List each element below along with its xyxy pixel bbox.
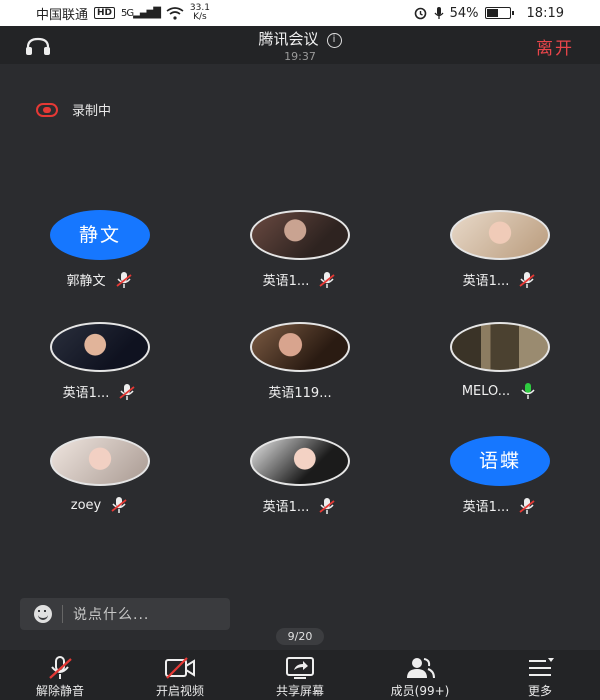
avatar <box>250 210 350 260</box>
participant-name: zoey <box>70 497 102 513</box>
participant-name: 英语1... <box>262 274 310 289</box>
muted-mic-icon <box>49 656 72 679</box>
bottom-toolbar: 解除静音 开启视频 共享屏幕 成员(99+) 更多 <box>0 650 600 700</box>
signal-icon: 5G▂▄▆█ <box>121 7 161 19</box>
avatar: 语蝶 <box>450 436 550 486</box>
participant-name: 英语119... <box>268 386 332 401</box>
participant-tile[interactable]: 英语1... <box>220 210 380 300</box>
avatar <box>250 436 350 486</box>
clock: 18:19 <box>526 5 564 21</box>
participant-name: 郭静文 <box>66 274 106 289</box>
participant-name: 英语1... <box>262 500 310 515</box>
recording-label: 录制中 <box>72 104 112 119</box>
muted-mic-icon <box>115 271 132 288</box>
avatar: 静文 <box>50 210 150 260</box>
muted-mic-icon <box>519 271 535 288</box>
participant-tile[interactable]: MELO... <box>420 322 580 412</box>
share-screen-icon <box>286 657 314 679</box>
alarm-icon <box>414 7 426 20</box>
hd-badge: HD <box>94 7 116 19</box>
emoji-icon[interactable] <box>34 605 52 623</box>
chat-input[interactable]: 说点什么... <box>20 598 230 630</box>
info-icon[interactable]: i <box>326 33 342 48</box>
meeting-timer: 19:37 <box>284 50 316 63</box>
avatar <box>450 322 550 372</box>
battery-icon <box>484 7 514 19</box>
more-button[interactable]: 更多 <box>480 650 600 700</box>
share-screen-button[interactable]: 共享屏幕 <box>240 650 360 700</box>
chat-placeholder: 说点什么... <box>73 607 150 623</box>
participant-name: MELO... <box>461 383 511 399</box>
participant-name: 英语1... <box>462 274 510 289</box>
members-label: 成员(99+) <box>390 684 450 698</box>
more-label: 更多 <box>527 684 552 698</box>
start-video-label: 开启视频 <box>155 684 204 698</box>
avatar <box>50 436 150 486</box>
muted-mic-icon <box>319 497 335 514</box>
status-bar: 中国联通 HD 5G▂▄▆█ 33.1 K/s 54% 18:19 <box>0 0 600 26</box>
members-icon <box>407 658 435 679</box>
meeting-header: 腾讯会议 i 19:37 离开 <box>0 26 600 64</box>
mic-status-icon <box>434 7 444 19</box>
page-indicator: 9/20 <box>276 628 324 645</box>
participant-tile[interactable]: 英语119... <box>220 322 380 412</box>
avatar <box>50 322 150 372</box>
participant-tile[interactable]: 英语1... <box>220 436 380 526</box>
recording-icon <box>36 102 58 117</box>
unmute-label: 解除静音 <box>35 684 84 698</box>
participant-tile[interactable]: 静文 郭静文 <box>20 210 180 300</box>
muted-mic-icon <box>119 383 135 400</box>
carrier-label: 中国联通 <box>36 7 89 23</box>
muted-mic-icon <box>519 497 535 514</box>
start-video-button[interactable]: 开启视频 <box>120 650 240 700</box>
battery-percent: 54% <box>449 5 479 21</box>
leave-button[interactable]: 离开 <box>536 34 574 59</box>
participant-tile[interactable]: 英语1... <box>20 322 180 412</box>
meeting-title: 腾讯会议 <box>258 30 319 48</box>
participant-name: 英语1... <box>62 386 110 401</box>
participant-name: 英语1... <box>462 500 510 515</box>
participant-tile[interactable]: zoey <box>20 436 180 526</box>
muted-mic-icon <box>319 271 335 288</box>
share-screen-label: 共享屏幕 <box>275 684 324 698</box>
meeting-title-group: 腾讯会议 i 19:37 <box>0 28 600 63</box>
divider <box>62 605 63 623</box>
participant-tile[interactable]: 语蝶 英语1... <box>420 436 580 526</box>
muted-mic-icon <box>111 497 127 513</box>
avatar <box>250 322 350 372</box>
avatar <box>450 210 550 260</box>
members-button[interactable]: 成员(99+) <box>360 650 480 700</box>
participant-tile[interactable]: 英语1... <box>420 210 580 300</box>
battery-level <box>486 9 499 17</box>
unmute-button[interactable]: 解除静音 <box>0 650 120 700</box>
network-speed: 33.1 K/s <box>189 3 210 22</box>
wifi-icon <box>166 6 184 20</box>
more-menu-icon <box>529 658 554 676</box>
recording-indicator: 录制中 <box>36 100 111 119</box>
video-off-icon <box>165 657 195 679</box>
active-mic-icon <box>521 383 535 399</box>
